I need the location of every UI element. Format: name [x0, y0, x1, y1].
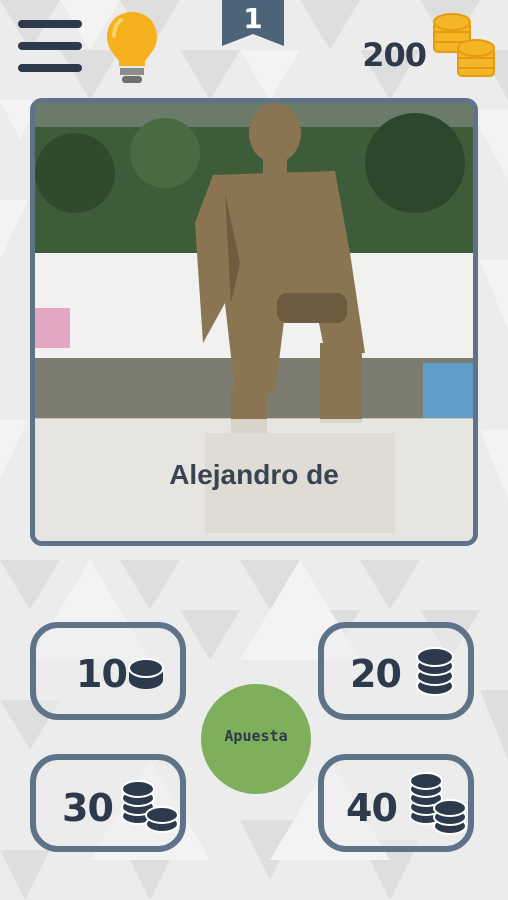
bet-20-button[interactable]: 20	[318, 622, 474, 720]
level-number: 1	[243, 2, 263, 35]
coin-stacks-icon	[121, 780, 179, 833]
coin-balance: 200	[362, 36, 427, 74]
hamburger-line	[18, 64, 82, 72]
bet-10-button[interactable]: 10	[30, 622, 186, 720]
level-ribbon: 1	[222, 0, 284, 46]
coin-stack-icon	[433, 13, 495, 77]
bet-amount: 30	[62, 786, 114, 830]
statue-photo: Alejandro de	[30, 98, 478, 546]
single-coin-icon	[128, 658, 164, 689]
apuesta-label: Apuesta	[224, 727, 288, 745]
coin-stacks-icon	[409, 772, 467, 835]
hamburger-line	[18, 42, 82, 50]
bet-40-button[interactable]: 40	[318, 754, 474, 852]
bet-amount: 40	[346, 786, 398, 830]
lightbulb-icon[interactable]	[104, 10, 160, 86]
photo-caption: Alejandro de	[169, 459, 339, 490]
apuesta-button[interactable]: Apuesta	[201, 684, 311, 794]
menu-button[interactable]	[18, 20, 82, 78]
hamburger-menu-icon	[18, 20, 82, 28]
bet-amount: 20	[350, 652, 402, 696]
bet-30-button[interactable]: 30	[30, 754, 186, 852]
bet-amount: 10	[76, 652, 128, 696]
coin-stack-icon	[416, 647, 454, 696]
